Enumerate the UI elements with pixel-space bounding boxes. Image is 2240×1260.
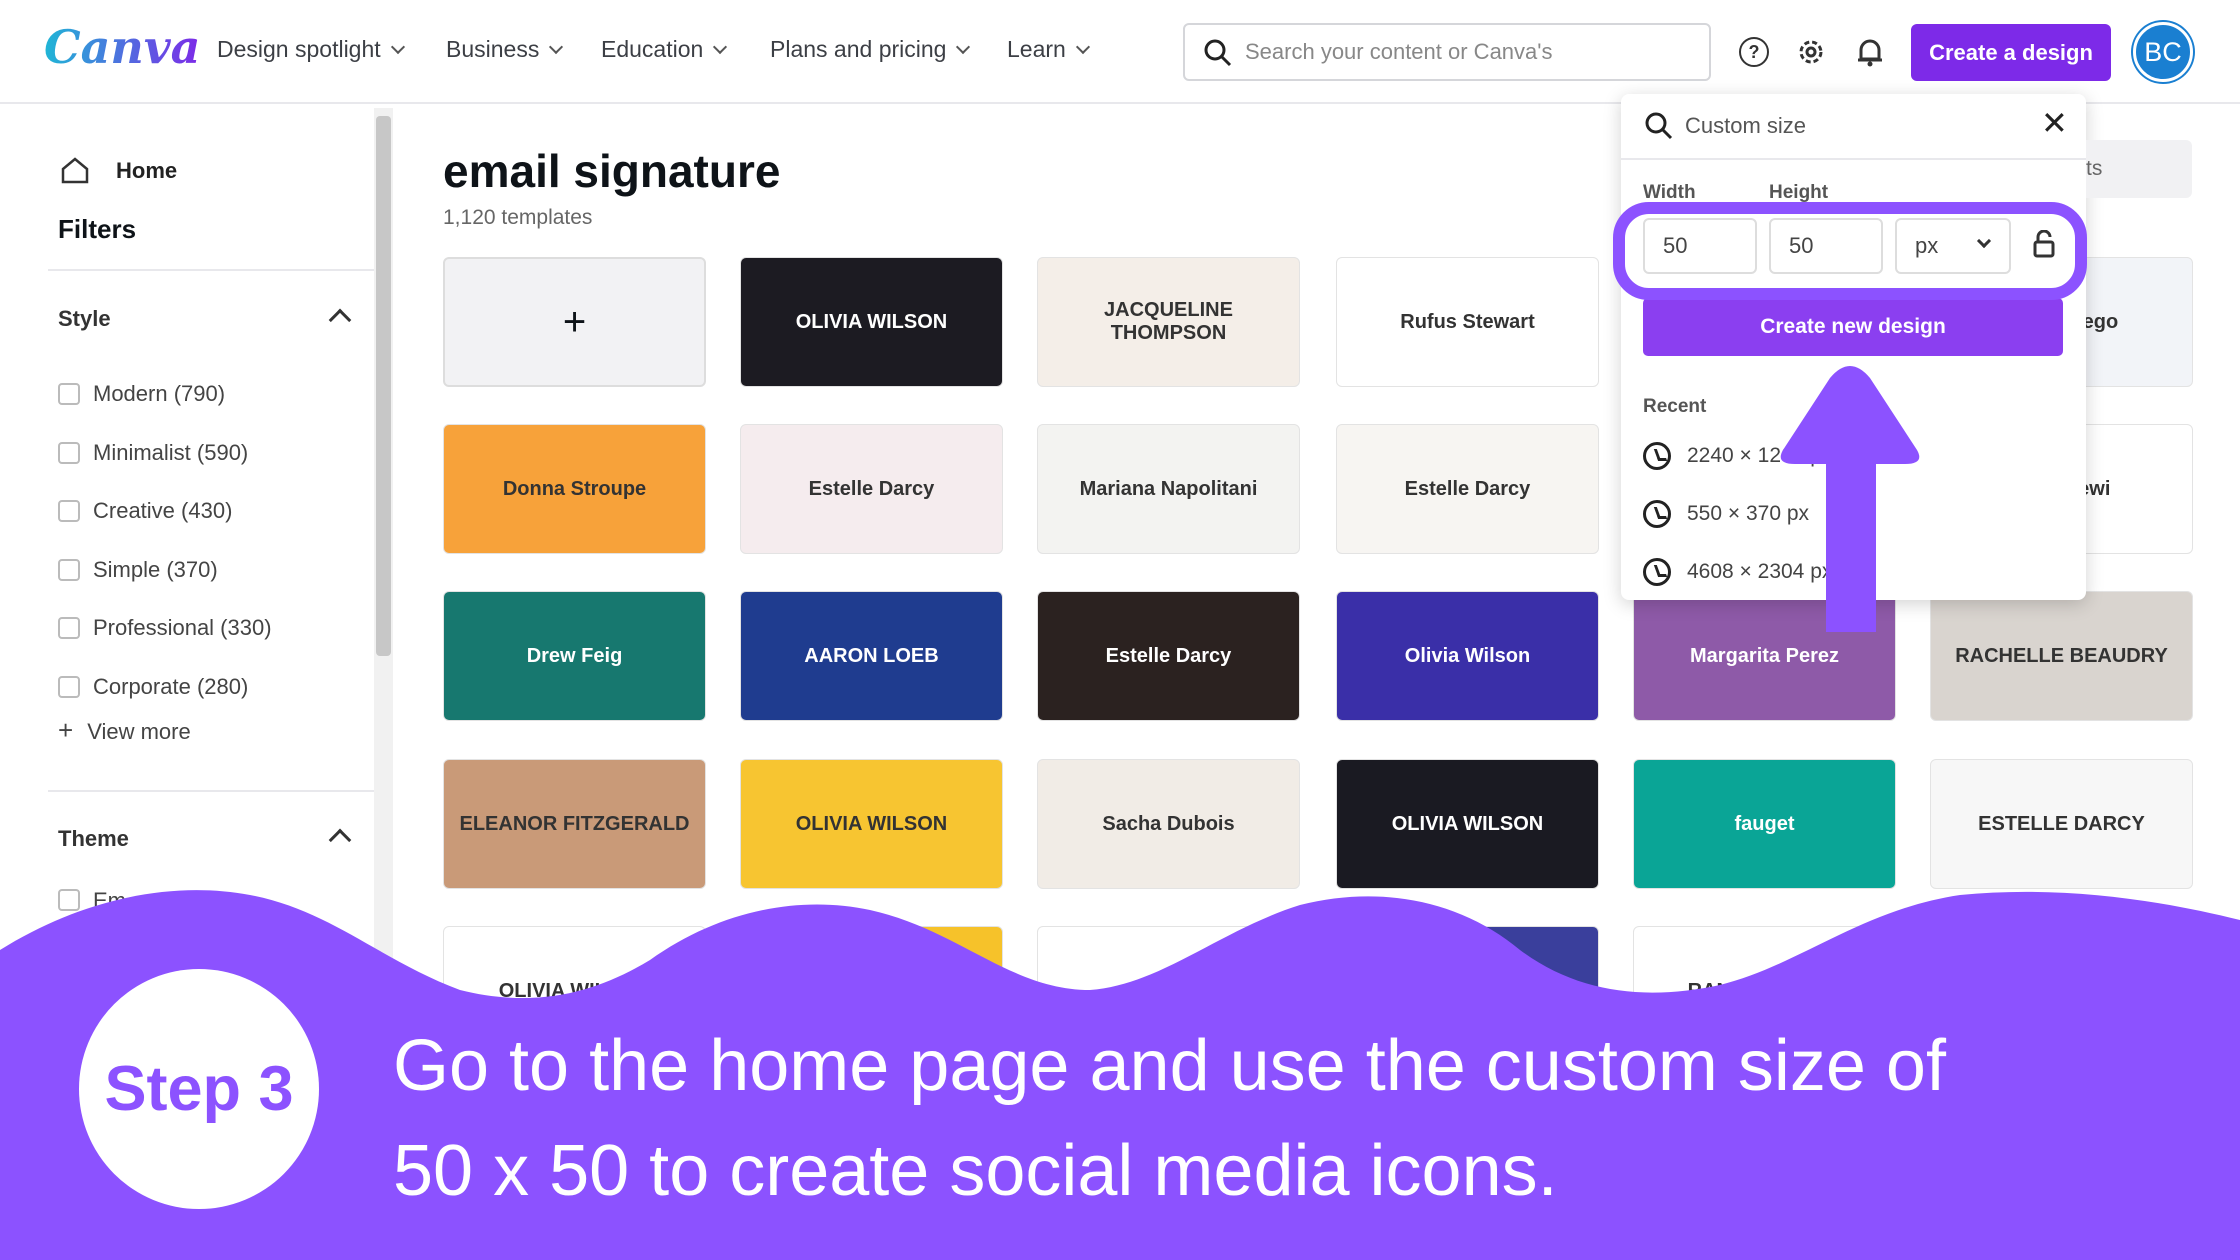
caption-line-2: 50 x 50 to create social media icons. <box>393 1131 1558 1211</box>
step-label: Step 3 <box>104 1054 294 1124</box>
arrow-up-icon <box>1780 366 1920 632</box>
caption-line-1: Go to the home page and use the custom s… <box>393 1026 1946 1106</box>
highlight-box <box>1613 202 2087 300</box>
